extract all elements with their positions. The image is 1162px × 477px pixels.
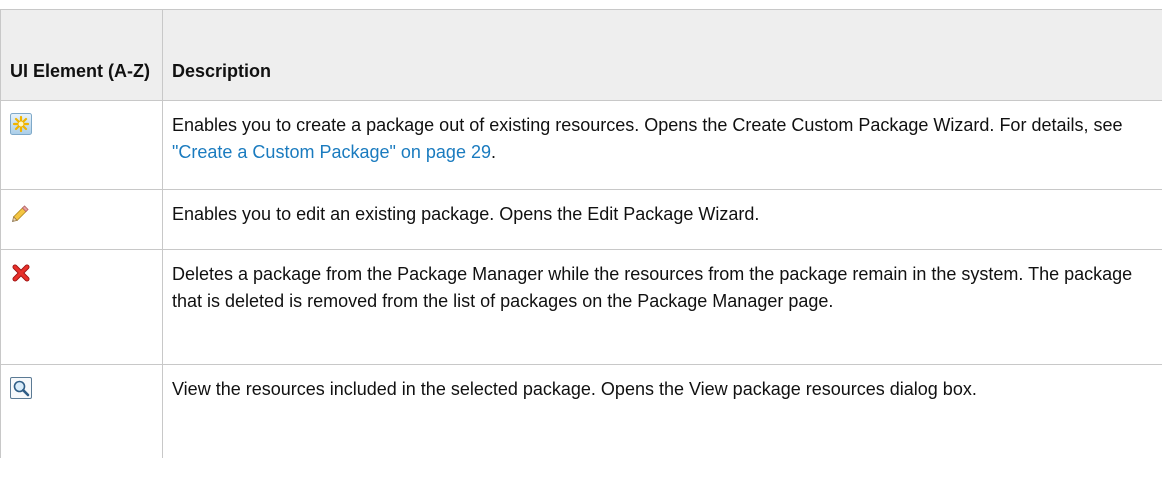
delete-x-icon — [12, 264, 30, 282]
create-custom-package-link[interactable]: "Create a Custom Package" on page 29 — [172, 142, 491, 162]
table-row: Enables you to create a package out of e… — [0, 100, 1162, 190]
description-cell: Deletes a package from the Package Manag… — [162, 249, 1162, 365]
ui-elements-table: UI Element (A-Z) Description Enables you… — [0, 9, 1162, 458]
table-header-row: UI Element (A-Z) Description — [0, 9, 1162, 101]
column-header-description: Description — [162, 9, 1162, 101]
ui-element-cell — [0, 249, 163, 365]
description-cell: View the resources included in the selec… — [162, 364, 1162, 458]
pencil-edit-icon — [11, 205, 29, 223]
ui-element-cell — [0, 364, 163, 458]
description-cell: Enables you to create a package out of e… — [162, 100, 1162, 190]
table-row: Enables you to edit an existing package.… — [0, 189, 1162, 250]
description-text-end: . — [490, 142, 496, 162]
table-row: Deletes a package from the Package Manag… — [0, 249, 1162, 365]
new-package-icon — [10, 113, 32, 135]
ui-element-cell — [0, 189, 163, 250]
ui-element-cell — [0, 100, 163, 190]
column-header-ui-element: UI Element (A-Z) — [0, 9, 163, 101]
description-cell: Enables you to edit an existing package.… — [162, 189, 1162, 250]
magnifier-view-icon — [10, 377, 32, 399]
table-row: View the resources included in the selec… — [0, 364, 1162, 458]
description-text: Enables you to create a package out of e… — [172, 115, 1123, 135]
